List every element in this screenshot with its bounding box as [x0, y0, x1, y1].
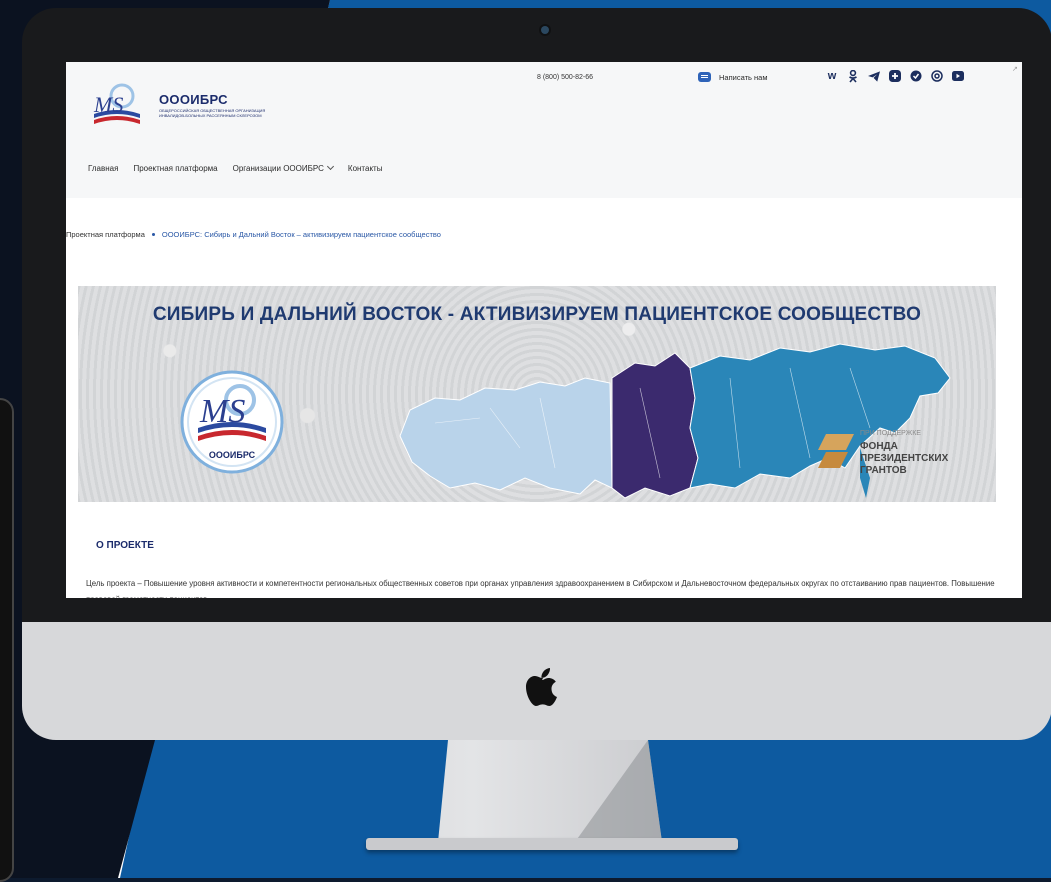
- webcam-icon: [541, 26, 549, 34]
- plus-icon[interactable]: [889, 70, 901, 82]
- odnoklassniki-icon[interactable]: [847, 69, 859, 83]
- brand-tagline: Общероссийская общественная организация …: [159, 108, 266, 118]
- support-line-3: ПРЕЗИДЕНТСКИХ: [860, 453, 949, 464]
- nav-item-project-platform[interactable]: Проектная платформа: [133, 164, 217, 173]
- nav-item-organizations-label: Организации ОООИБРС: [232, 164, 324, 173]
- breadcrumb-separator: [151, 233, 155, 236]
- write-us-button[interactable]: Написать нам: [698, 72, 768, 82]
- banner-logo-caption: ОООИБРС: [208, 450, 256, 460]
- about-text: Цель проекта – Повышение уровня активнос…: [86, 579, 995, 598]
- chat-icon: [698, 72, 711, 82]
- social-links: w: [826, 69, 964, 83]
- telegram-icon[interactable]: [868, 70, 880, 82]
- ms-logo-icon[interactable]: MS: [88, 82, 146, 132]
- browser-screen: MS ОООИБРС Общероссийская общественная о…: [66, 62, 1022, 598]
- expand-icon[interactable]: ↗: [1012, 65, 1018, 73]
- support-line-1: ПРИ ПОДДЕРЖКЕ: [860, 430, 921, 437]
- grants-fund-icon: [818, 434, 854, 468]
- main-nav: Главная Проектная платформа Организации …: [88, 162, 383, 173]
- brand-name[interactable]: ОООИБРС: [159, 92, 228, 107]
- phone-number[interactable]: 8 (800) 500-82-66: [537, 74, 593, 81]
- shield-icon[interactable]: [910, 70, 922, 82]
- nav-item-organizations[interactable]: Организации ОООИБРС: [232, 162, 334, 173]
- svg-text:MS: MS: [93, 92, 123, 117]
- svg-text:MS: MS: [199, 393, 245, 430]
- youtube-icon[interactable]: [952, 70, 964, 82]
- apple-logo-icon: [526, 668, 557, 706]
- support-line-4: ГРАНТОВ: [860, 465, 907, 476]
- site-header: MS ОООИБРС Общероссийская общественная о…: [66, 62, 1022, 198]
- write-us-label: Написать нам: [719, 72, 768, 82]
- breadcrumb-parent[interactable]: Проектная платформа: [66, 230, 145, 239]
- nav-item-contacts[interactable]: Контакты: [348, 164, 383, 173]
- support-line-2: ФОНДА: [860, 441, 898, 452]
- presidential-grants-badge: ПРИ ПОДДЕРЖКЕ ФОНДА ПРЕЗИДЕНТСКИХ ГРАНТО…: [818, 426, 978, 486]
- banner-title: СИБИРЬ И ДАЛЬНИЙ ВОСТОК - АКТИВИЗИРУЕМ П…: [152, 304, 922, 325]
- about-heading: О ПРОЕКТЕ: [96, 540, 154, 551]
- phone-device-edge: [0, 398, 14, 882]
- nav-item-home[interactable]: Главная: [88, 164, 118, 173]
- breadcrumb: Проектная платформа ОООИБРС: Сибирь и Дал…: [66, 230, 441, 239]
- vk-icon[interactable]: w: [826, 70, 838, 82]
- chevron-down-icon: [326, 162, 334, 171]
- breadcrumb-current: ОООИБРС: Сибирь и Дальний Восток – актив…: [161, 230, 441, 239]
- project-banner: СИБИРЬ И ДАЛЬНИЙ ВОСТОК - АКТИВИЗИРУЕМ П…: [78, 286, 996, 502]
- monitor-stand-base: [366, 838, 738, 850]
- at-icon[interactable]: [931, 70, 943, 82]
